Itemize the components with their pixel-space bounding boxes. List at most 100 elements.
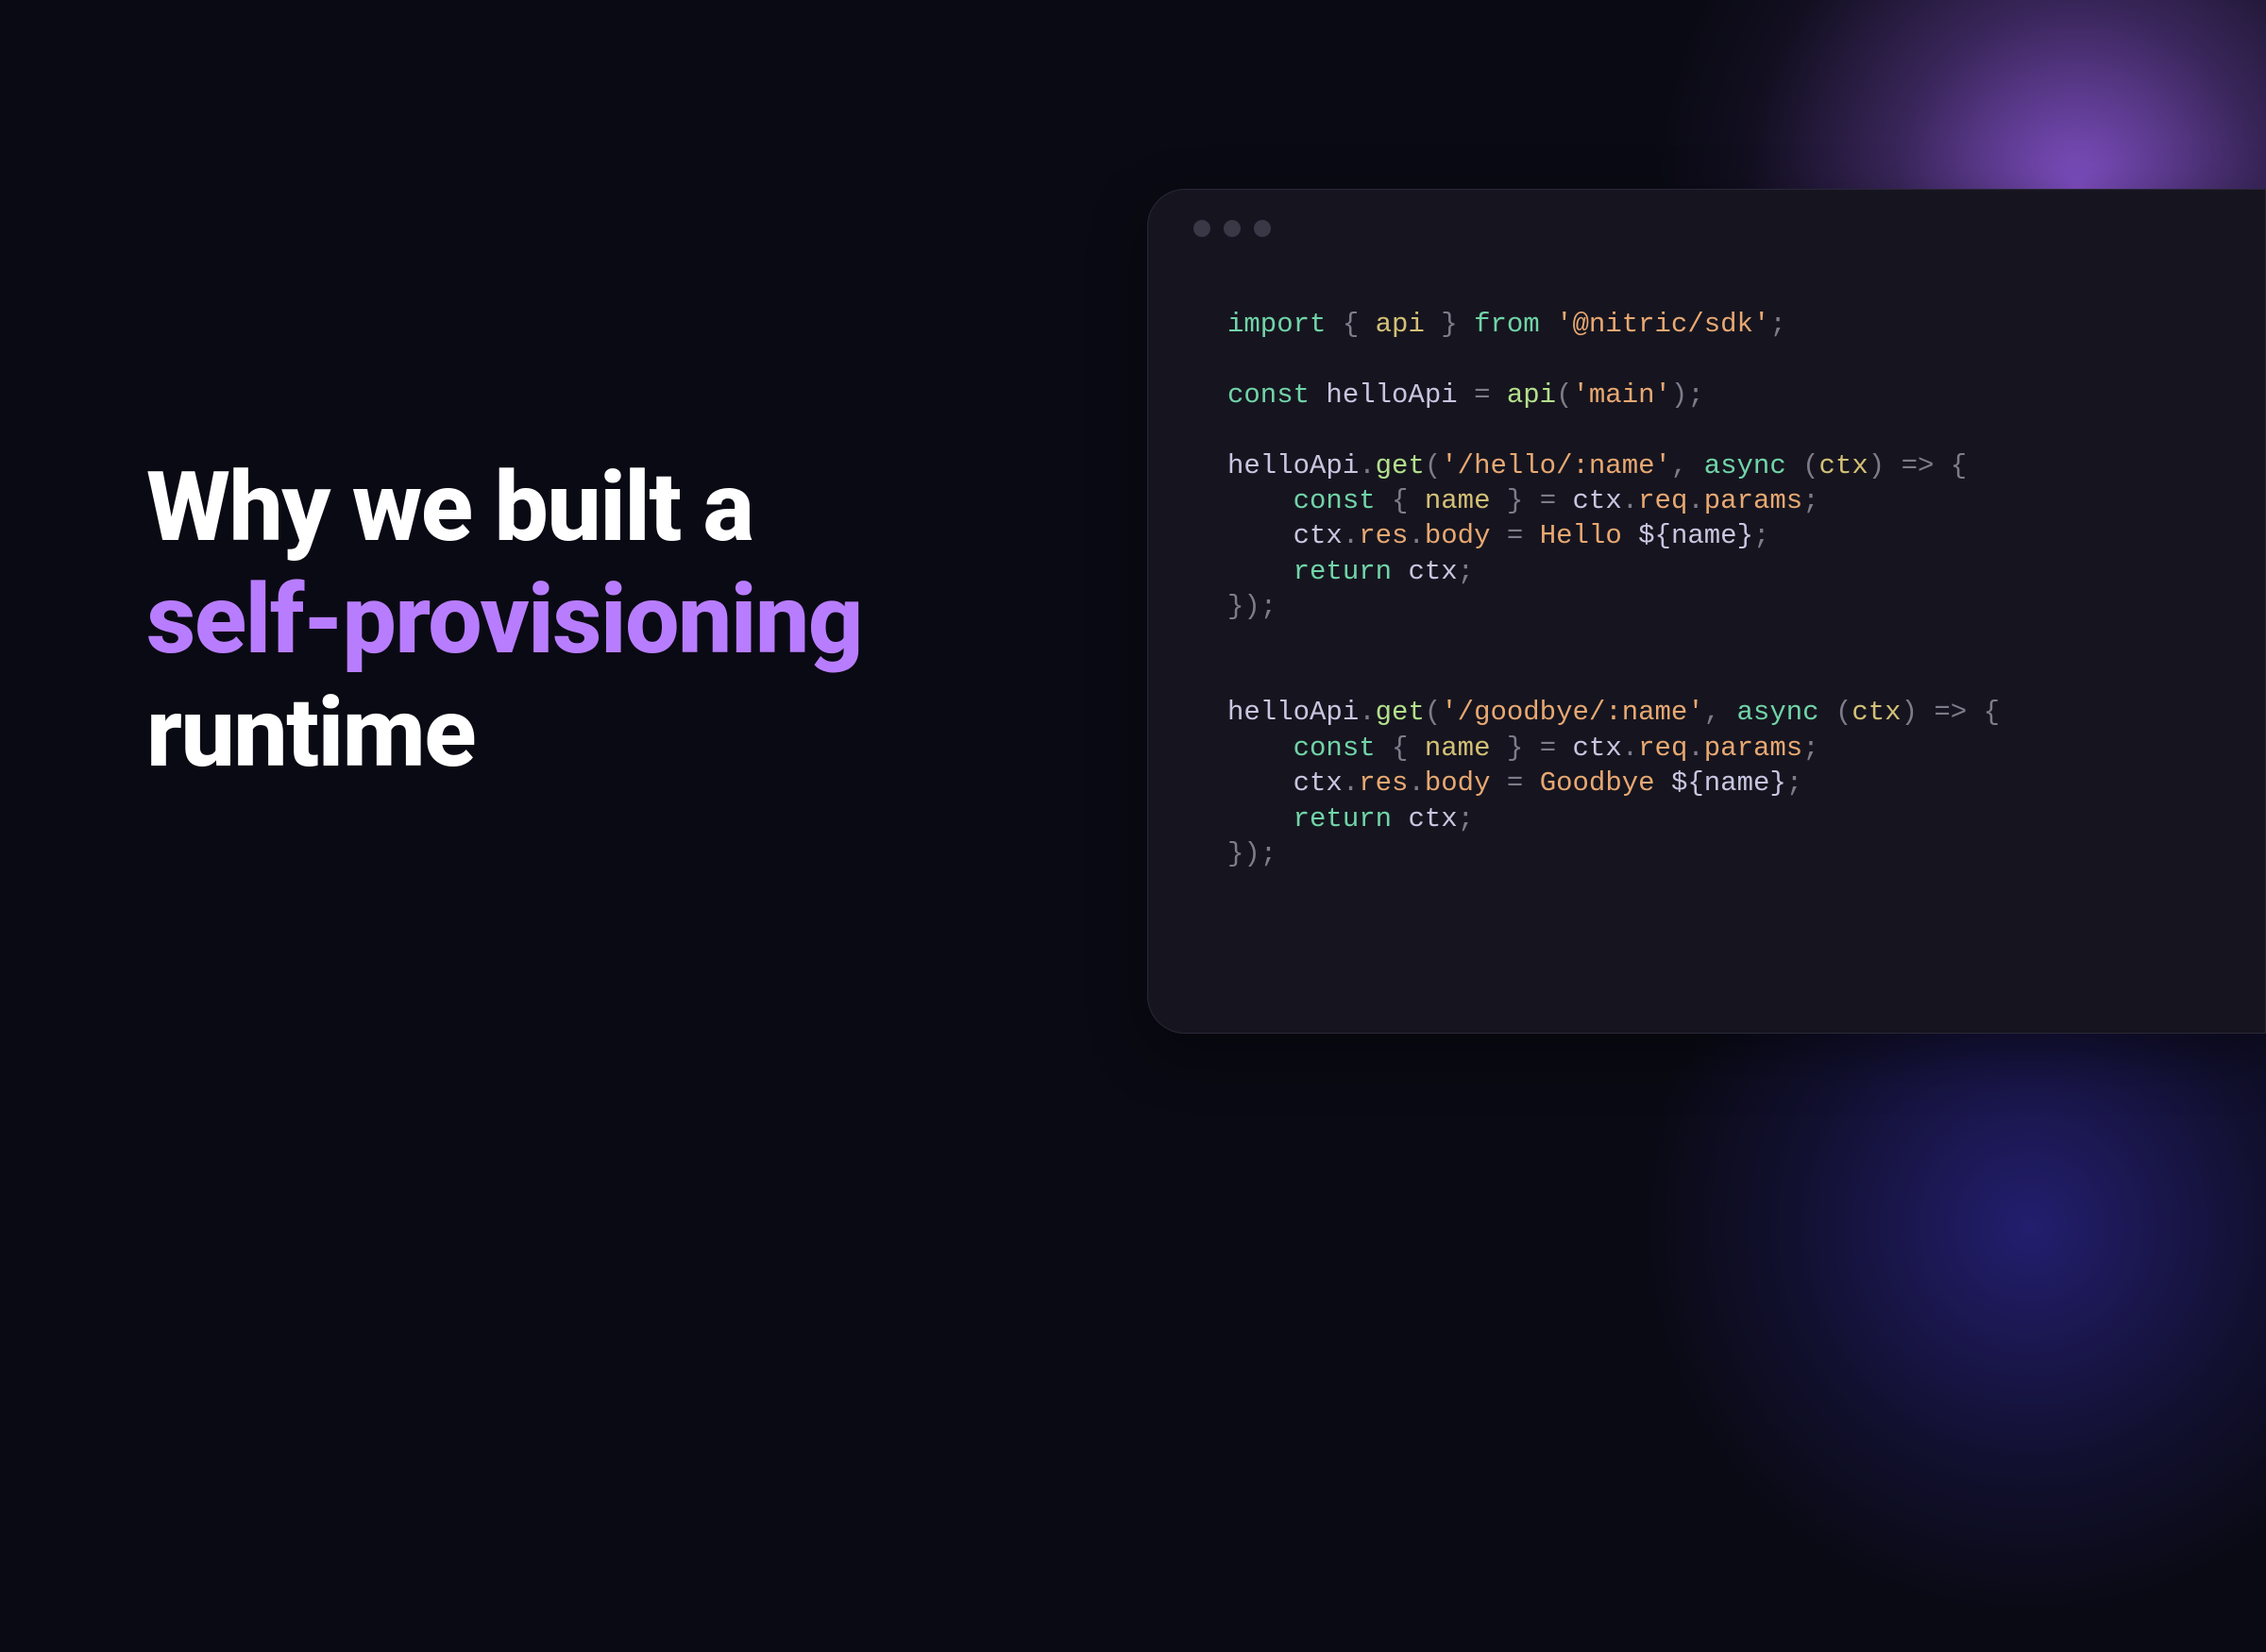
code-punct: {	[1392, 485, 1408, 516]
code-punct: }	[1507, 485, 1523, 516]
code-ident: ctx	[1294, 520, 1343, 551]
code-punct: });	[1227, 838, 1277, 869]
code-ident: api	[1376, 309, 1425, 340]
code-punct: .	[1408, 767, 1424, 799]
code-indent	[1227, 485, 1294, 516]
code-string: 'main'	[1573, 379, 1671, 411]
code-string: '/goodbye/:name'	[1441, 697, 1703, 728]
code-punct: ;	[1458, 556, 1474, 587]
code-punct: .	[1408, 520, 1424, 551]
code-ident: ctx	[1573, 733, 1622, 764]
code-tpl-open: ${	[1671, 767, 1704, 799]
code-punct: (	[1802, 450, 1818, 481]
code-word: Hello	[1540, 520, 1622, 551]
code-fn: api	[1507, 379, 1556, 411]
code-string: '/hello/:name'	[1441, 450, 1671, 481]
code-op: =	[1507, 767, 1523, 799]
code-fn: get	[1376, 697, 1425, 728]
code-ident: ctx	[1573, 485, 1622, 516]
code-tpl-open: ${	[1638, 520, 1671, 551]
code-punct: {	[1392, 733, 1408, 764]
code-fn: get	[1376, 450, 1425, 481]
code-punct: {	[1984, 697, 2000, 728]
code-keyword: const	[1294, 485, 1376, 516]
code-punct: }	[1441, 309, 1457, 340]
code-op: =	[1540, 733, 1556, 764]
code-keyword: async	[1737, 697, 1819, 728]
code-punct: .	[1622, 485, 1638, 516]
code-string: '@nitric/sdk'	[1556, 309, 1769, 340]
code-block: import { api } from '@nitric/sdk'; const…	[1148, 237, 2265, 872]
code-ident: ctx	[1819, 450, 1869, 481]
code-ident: name	[1671, 520, 1737, 551]
code-punct: ,	[1704, 697, 1720, 728]
code-punct: ,	[1671, 450, 1687, 481]
traffic-dot-icon	[1224, 220, 1241, 237]
code-indent	[1227, 556, 1294, 587]
code-op: =	[1474, 379, 1490, 411]
code-punct: .	[1343, 520, 1359, 551]
code-ident: helloApi	[1227, 697, 1359, 728]
code-op: =	[1540, 485, 1556, 516]
code-indent	[1227, 803, 1294, 834]
headline-line-2-accent: self-provisioning	[146, 563, 862, 676]
code-indent	[1227, 520, 1294, 551]
code-ident: ctx	[1294, 767, 1343, 799]
code-prop: res	[1359, 767, 1408, 799]
code-op: =>	[1934, 697, 1967, 728]
code-punct: ;	[1786, 767, 1802, 799]
code-prop: body	[1425, 767, 1491, 799]
code-punct: ;	[1687, 379, 1703, 411]
code-punct: .	[1359, 450, 1375, 481]
code-keyword: from	[1474, 309, 1540, 340]
code-punct: (	[1556, 379, 1572, 411]
headline-line-3: runtime	[146, 676, 475, 789]
code-keyword: import	[1227, 309, 1326, 340]
code-prop: req	[1638, 733, 1687, 764]
code-punct: {	[1951, 450, 1967, 481]
code-punct: ;	[1753, 520, 1769, 551]
traffic-dot-icon	[1254, 220, 1271, 237]
code-prop: req	[1638, 485, 1687, 516]
traffic-dot-icon	[1193, 220, 1210, 237]
code-punct: )	[1902, 697, 1918, 728]
code-ident: helloApi	[1227, 450, 1359, 481]
window-traffic-lights	[1148, 190, 2265, 237]
code-punct: (	[1425, 697, 1441, 728]
headline-line-1: Why we built a	[146, 450, 753, 564]
code-tpl-close: }	[1737, 520, 1753, 551]
code-ident: name	[1704, 767, 1770, 799]
code-punct: {	[1343, 309, 1359, 340]
code-punct: .	[1343, 767, 1359, 799]
code-indent	[1227, 767, 1294, 799]
code-keyword: const	[1294, 733, 1376, 764]
code-ident: ctx	[1408, 556, 1457, 587]
code-punct: ;	[1458, 803, 1474, 834]
code-prop: body	[1425, 520, 1491, 551]
code-punct: (	[1425, 450, 1441, 481]
code-keyword: async	[1704, 450, 1786, 481]
code-punct: });	[1227, 591, 1277, 622]
code-punct: .	[1687, 733, 1703, 764]
code-ident: ctx	[1408, 803, 1457, 834]
code-punct: (	[1835, 697, 1852, 728]
code-punct: .	[1622, 733, 1638, 764]
code-indent	[1227, 733, 1294, 764]
code-prop: res	[1359, 520, 1408, 551]
page-headline: Why we built a self-provisioning runtime	[146, 451, 862, 789]
code-op: =	[1507, 520, 1523, 551]
code-word: Goodbye	[1540, 767, 1655, 799]
code-keyword: return	[1294, 556, 1392, 587]
code-ident: helloApi	[1326, 379, 1457, 411]
code-window: import { api } from '@nitric/sdk'; const…	[1147, 189, 2266, 1034]
code-keyword: const	[1227, 379, 1310, 411]
code-punct: ;	[1769, 309, 1785, 340]
code-punct: )	[1869, 450, 1885, 481]
code-keyword: return	[1294, 803, 1392, 834]
code-tpl-close: }	[1769, 767, 1785, 799]
code-punct: .	[1687, 485, 1703, 516]
code-prop: params	[1704, 733, 1802, 764]
code-punct: }	[1507, 733, 1523, 764]
code-punct: ;	[1802, 733, 1818, 764]
code-punct: )	[1671, 379, 1687, 411]
